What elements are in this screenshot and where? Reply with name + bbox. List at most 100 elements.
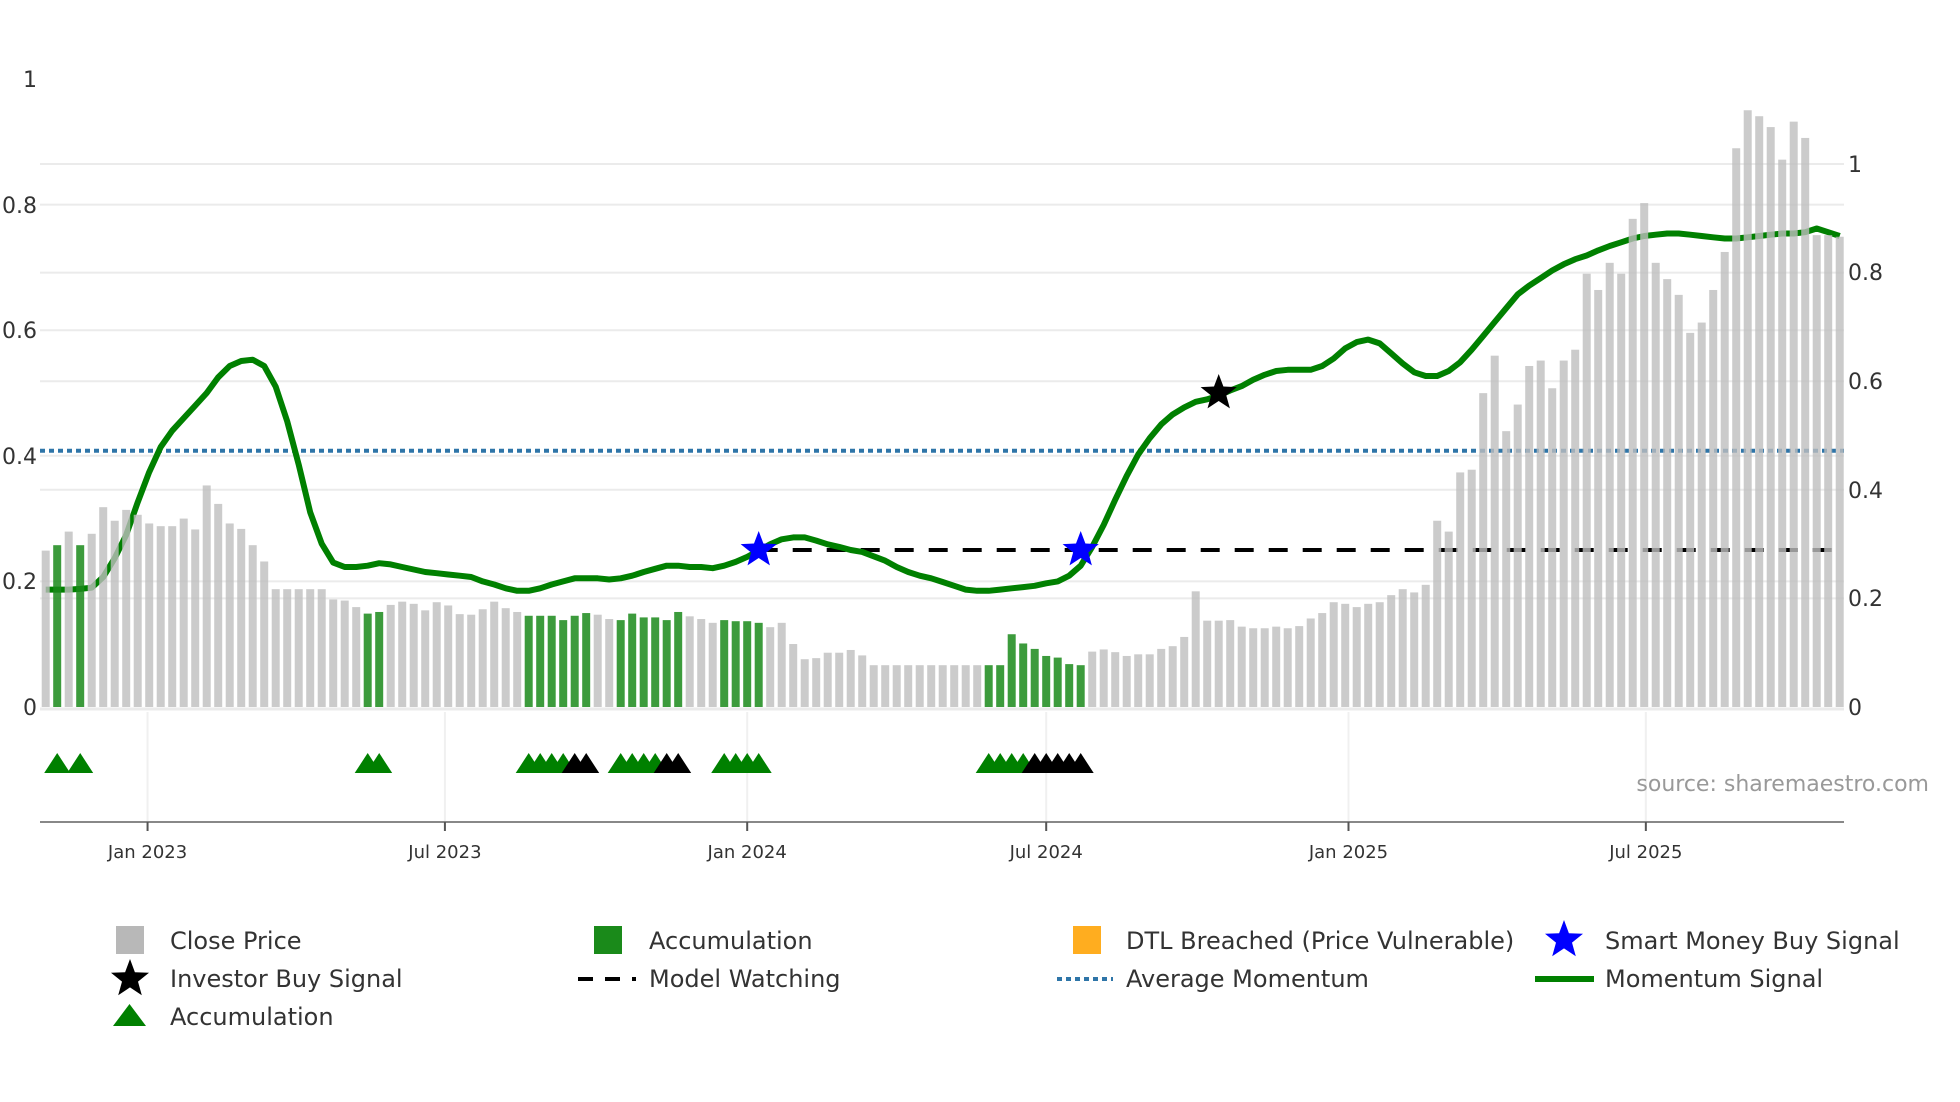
close-price-bar <box>87 533 96 707</box>
accumulation-bar <box>1042 655 1051 707</box>
close-price-bar <box>697 619 706 707</box>
close-price-bar <box>110 520 119 707</box>
close-price-bar <box>1203 620 1212 707</box>
close-price-bar <box>1720 251 1729 707</box>
close-price-bar <box>41 550 50 707</box>
orange-square-icon <box>1073 926 1101 954</box>
accumulation-bar <box>731 621 740 707</box>
close-price-bar <box>1341 603 1350 707</box>
close-price-bar <box>1617 273 1626 707</box>
close-price-bar <box>1364 603 1373 707</box>
close-price-bar <box>1180 636 1189 707</box>
close-price-bar <box>938 665 947 707</box>
close-price-bar <box>99 507 108 707</box>
legend: Close Price Accumulation DTL Breached (P… <box>111 920 1900 1031</box>
legend-label: Close Price <box>170 927 302 955</box>
close-price-bar <box>1755 116 1764 707</box>
close-price-bar <box>409 603 418 707</box>
accumulation-bar <box>616 620 625 707</box>
close-price-bar <box>1824 235 1833 707</box>
accumulation-bar <box>570 615 579 707</box>
close-price-bar <box>973 665 982 707</box>
close-price-bar <box>179 518 188 707</box>
close-price-bar <box>1145 654 1154 707</box>
legend-item-model-watching: Model Watching <box>578 965 841 993</box>
close-price-bar <box>1306 618 1315 707</box>
close-price-bar <box>1456 472 1465 707</box>
close-price-bar <box>467 614 476 707</box>
legend-item-smart-money: Smart Money Buy Signal <box>1545 920 1900 957</box>
close-price-bar <box>225 523 234 707</box>
accumulation-bar <box>1053 657 1062 707</box>
close-price-bar <box>915 665 924 707</box>
legend-label: Accumulation <box>170 1003 334 1031</box>
close-price-bar <box>1490 355 1499 707</box>
left-tick-label: 1 <box>23 68 37 93</box>
close-price-bar <box>317 589 326 707</box>
accumulation-bar <box>984 665 993 707</box>
close-price-bar <box>1444 531 1453 707</box>
legend-label: Average Momentum <box>1126 965 1369 993</box>
green-square-icon <box>594 926 622 954</box>
accumulation-bar <box>582 613 591 707</box>
close-price-bar <box>1111 652 1120 707</box>
close-price-bar <box>444 605 453 707</box>
accumulation-bar <box>754 622 763 707</box>
right-tick-label: 0.6 <box>1848 370 1883 395</box>
close-price-bar <box>306 589 315 707</box>
x-tick-label: Jan 2023 <box>107 842 187 863</box>
close-price-bar <box>823 652 832 707</box>
close-price-bar <box>881 665 890 707</box>
right-tick-label: 1 <box>1848 153 1862 178</box>
close-price-bar <box>283 589 292 707</box>
close-price-bar <box>455 614 464 707</box>
close-price-bar <box>352 607 361 707</box>
close-price-bar <box>1559 360 1568 707</box>
accumulation-bar <box>662 620 671 707</box>
black-star-icon <box>111 959 149 996</box>
close-price-bar <box>1628 218 1637 707</box>
x-tick-label: Jul 2023 <box>407 842 481 863</box>
legend-label: Model Watching <box>649 965 841 993</box>
close-price-bar <box>1812 235 1821 707</box>
accumulation-triangle <box>67 753 94 773</box>
accumulation-bar <box>743 621 752 707</box>
close-price-bar <box>1088 651 1097 707</box>
accumulation-bar <box>628 613 637 707</box>
right-tick-label: 0 <box>1848 696 1862 721</box>
close-price-bar <box>122 509 131 707</box>
close-price-bar <box>432 602 441 707</box>
x-tick-label: Jul 2025 <box>1608 842 1682 863</box>
close-price-bar <box>271 589 280 707</box>
accumulation-bar <box>674 611 683 707</box>
close-price-bar <box>1237 626 1246 707</box>
close-price-bar <box>835 652 844 707</box>
accumulation-bar <box>53 545 62 707</box>
close-price-bar <box>340 600 349 707</box>
accumulation-bar <box>76 545 85 707</box>
close-price-bar <box>1329 602 1338 707</box>
close-price-bar <box>237 528 246 707</box>
accumulation-bar <box>639 617 648 707</box>
gray-square-icon <box>116 926 144 954</box>
close-price-bar <box>421 610 430 707</box>
accumulation-bar <box>720 620 729 707</box>
close-price-bar <box>1168 646 1177 707</box>
close-price-bar <box>1272 626 1281 707</box>
close-price-bar <box>1651 262 1660 707</box>
close-price-bar <box>800 659 809 707</box>
close-price-bar <box>950 665 959 707</box>
close-price-bar <box>1605 262 1614 707</box>
legend-label: Momentum Signal <box>1605 965 1823 993</box>
close-price-bar <box>294 589 303 707</box>
close-price-bar <box>329 599 338 707</box>
investor-buy-star <box>1200 374 1237 409</box>
close-price-bar <box>1766 127 1775 708</box>
close-price-bar <box>1099 649 1108 707</box>
legend-item-investor-buy: Investor Buy Signal <box>111 959 403 996</box>
left-tick-label: 0.6 <box>2 319 37 344</box>
accumulation-triangle <box>44 753 71 773</box>
legend-label: Smart Money Buy Signal <box>1605 927 1900 955</box>
accumulation-bar <box>651 617 660 707</box>
close-price-bar <box>1226 620 1235 707</box>
